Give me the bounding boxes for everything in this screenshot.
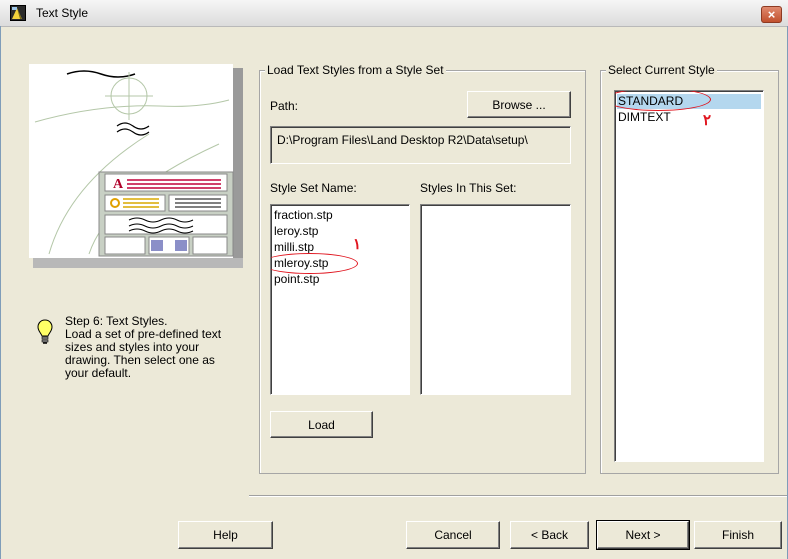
finish-button[interactable]: Finish [694, 521, 782, 549]
style-set-list[interactable]: fraction.stp leroy.stp milli.stp mleroy.… [270, 204, 410, 395]
next-button[interactable]: Next > [596, 520, 690, 550]
style-set-name-label: Style Set Name: [270, 181, 357, 195]
browse-button[interactable]: Browse ... [467, 91, 571, 118]
divider [249, 495, 787, 497]
select-current-style-group: Select Current Style STANDARD DIMTEXT ٢ [600, 63, 779, 474]
annotation-marker-2: ٢ [703, 112, 712, 129]
step-line: your default. [65, 366, 132, 380]
window-title: Text Style [36, 6, 89, 20]
path-value: D:\Program Files\Land Desktop R2\Data\se… [277, 133, 528, 147]
annotation-marker-1: ١ [353, 236, 362, 253]
styles-in-set-label: Styles In This Set: [420, 181, 517, 195]
list-item[interactable]: point.stp [274, 272, 319, 287]
app-icon [10, 5, 26, 21]
load-button[interactable]: Load [270, 411, 373, 438]
list-item[interactable]: leroy.stp [274, 224, 318, 239]
cancel-button[interactable]: Cancel [406, 521, 500, 549]
load-group-legend: Load Text Styles from a Style Set [265, 63, 446, 77]
wizard-illustration: A [29, 64, 243, 268]
step-description: Step 6: Text Styles. Load a set of pre-d… [65, 315, 245, 380]
path-field: D:\Program Files\Land Desktop R2\Data\se… [270, 126, 571, 164]
svg-text:A: A [113, 177, 124, 192]
path-label: Path: [270, 99, 299, 113]
list-item[interactable]: DIMTEXT [618, 110, 671, 125]
dialog-body: A Step 6: Text Styles. Load a set of pre… [0, 26, 788, 559]
close-button[interactable]: × [761, 6, 782, 23]
highlight-oval [271, 253, 358, 274]
styles-in-set-list[interactable] [420, 204, 571, 395]
select-group-legend: Select Current Style [606, 63, 717, 77]
list-item[interactable]: fraction.stp [274, 208, 333, 223]
help-button[interactable]: Help [178, 521, 273, 549]
title-bar: Text Style × [0, 0, 788, 27]
lightbulb-icon [37, 319, 53, 345]
back-button[interactable]: < Back [510, 521, 589, 549]
load-style-set-group: Load Text Styles from a Style Set Path: … [259, 63, 586, 474]
current-style-list[interactable]: STANDARD DIMTEXT ٢ [614, 90, 764, 462]
